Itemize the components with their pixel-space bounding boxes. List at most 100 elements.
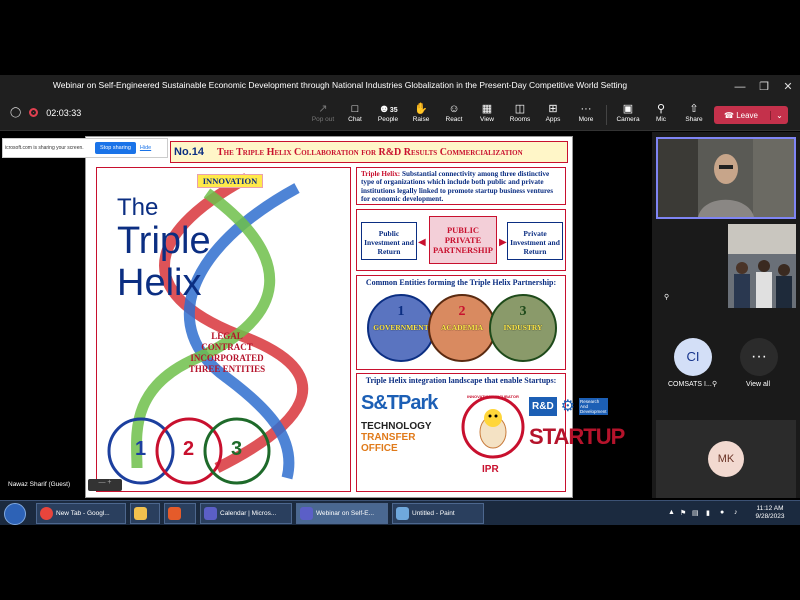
taskbar-label-paint: Untitled - Paint [412,510,455,517]
mic-off-icon: ⚲ [664,294,670,301]
landscape-box: Triple Helix integration landscape that … [356,373,625,492]
title-bar: Webinar on Self-Engineered Sustainable E… [0,75,800,99]
more-label: More [578,116,594,123]
taskbar-label-webinar: Webinar on Self-E... [316,510,375,517]
legal-line-3: THREE ENTITIES [188,364,266,374]
taskbar-item-folder[interactable] [130,503,160,524]
minimize-icon[interactable]: — [730,78,750,96]
network-icon[interactable]: ▤ [692,509,699,517]
more-button[interactable]: ··· More [571,102,601,123]
leave-label: Leave [736,110,758,120]
ellipsis-icon[interactable]: ··· [740,338,778,376]
taskbar-clock[interactable]: 11:12 AM 9/28/2023 [748,505,792,521]
rooms-label: Rooms [509,116,531,123]
mic-off-icon: ⚲ [656,103,666,115]
apps-button[interactable]: ⊞ Apps [538,102,568,123]
raise-hand-button[interactable]: ✋ Raise [406,102,436,123]
circle-number-2: 2 [183,438,195,460]
security-icon[interactable]: ● [720,509,724,516]
chat-button[interactable]: □ Chat [340,102,370,123]
taskbar-item-app[interactable] [164,503,196,524]
legal-line-2: INCORPORATED [190,353,264,363]
view-all-label[interactable]: View all [746,381,770,388]
apps-label: Apps [545,116,561,123]
circle-number-3: 3 [231,438,243,460]
taskbar-item-calendar[interactable]: Calendar | Micros... [200,503,292,524]
view-button[interactable]: ▦ View [472,102,502,123]
taskbar-item-paint[interactable]: Untitled - Paint [392,503,484,524]
window-title: Webinar on Self-Engineered Sustainable E… [52,80,628,90]
taskbar-label-calendar: Calendar | Micros... [220,510,277,517]
pop-out-label: Pop out [311,116,335,123]
paint-icon [396,507,409,520]
entity-3-num: 3 [519,304,527,319]
presentation-slide: No.14 The Triple Helix Collaboration for… [85,136,625,498]
ppp-box: Public Investment and Return ◀ PUBLIC PR… [356,209,566,271]
slide-header: No.14 The Triple Helix Collaboration for… [170,141,568,163]
room-video-tile[interactable] [728,224,796,308]
share-icon: ⇧ [689,103,699,115]
entities-box: Common Entities forming the Triple Helix… [356,275,566,370]
speaker-video-tile[interactable] [656,137,796,219]
volume-icon[interactable]: ♪ [734,509,738,516]
avatar: MK [708,441,744,477]
guest-controls[interactable]: — + [88,479,122,491]
tto-line-3: OFFICE [361,443,398,454]
slide-title: The Triple Helix Collaboration for R&D R… [217,146,523,158]
people-label: People [377,116,399,123]
legal-contract-text: LEGAL CONTRACT INCORPORATED THREE ENTITI… [187,331,267,375]
rd-startup-logo: R&D ⚙ Research And Development STARTUP [529,396,625,486]
public-investment: Public Investment and Return [361,222,417,260]
helix-title-triple: Triple [117,220,211,262]
react-icon: ☺ [448,103,460,115]
ppp-center: PUBLIC PRIVATE PARTNERSHIP [429,216,497,264]
avatar[interactable]: CI [674,338,712,376]
react-button[interactable]: ☺ React [439,102,469,123]
taskbar-item-chrome[interactable]: New Tab - Googl... [36,503,126,524]
entity-industry: 3 INDUSTRY [489,294,557,362]
chevron-down-icon[interactable]: ⌄ [770,110,788,120]
recording-icon [29,108,39,117]
guest-name-label: Nawaz Sharif (Guest) [8,481,71,488]
view-label: View [480,116,494,123]
chat-label: Chat [348,116,362,123]
rd-label: R&D [529,396,557,416]
restore-icon[interactable]: ❐ [754,78,774,96]
speaker-video [658,139,794,217]
start-button[interactable] [4,503,26,525]
camera-label: Camera [616,116,640,123]
screen: Webinar on Self-Engineered Sustainable E… [0,0,800,600]
rooms-button[interactable]: ◫ Rooms [505,102,535,123]
show-hidden-icon[interactable]: ▲ [668,509,675,516]
teams-icon [204,507,217,520]
entities-title: Common Entities forming the Triple Helix… [365,278,557,287]
leave-button[interactable]: ☎ Leave ⌄ [714,106,788,124]
stop-sharing-button[interactable]: Stop sharing [95,142,136,154]
windows-taskbar: New Tab - Googl... Calendar | Micros... … [0,500,800,525]
mic-button[interactable]: ⚲ Mic [646,102,676,123]
share-button[interactable]: ⇧ Share [679,102,709,123]
room-video [728,224,796,308]
raise-hand-icon: ✋ [414,103,428,115]
helix-title-the: The [117,194,159,221]
people-button[interactable]: ☻35 People [373,102,403,123]
rd-development: Development [580,408,607,414]
apps-icon: ⊞ [548,103,558,115]
react-label: React [445,116,463,123]
chat-icon: □ [351,103,359,115]
entity-2-name: ACADEMIA [440,323,484,332]
taskbar-item-webinar[interactable]: Webinar on Self-E... [296,503,388,524]
mic-label: Mic [655,116,667,123]
close-icon[interactable]: ✕ [778,78,798,96]
shield-icon[interactable]: ◯ [10,107,21,118]
battery-icon[interactable]: ▮ [706,509,710,517]
hide-link[interactable]: Hide [140,145,151,151]
entity-1-name: GOVERNMENT [373,323,429,332]
legal-line-1: LEGAL CONTRACT [201,331,253,352]
incubator-ring-text: INNOVATION · INCUBATOR [467,394,519,399]
clock-time: 11:12 AM [756,505,784,512]
app-icon [168,507,181,520]
flag-icon[interactable]: ⚑ [680,509,686,517]
camera-button[interactable]: ▣ Camera [613,102,643,123]
pop-out-button[interactable]: ↗ Pop out [308,102,338,123]
